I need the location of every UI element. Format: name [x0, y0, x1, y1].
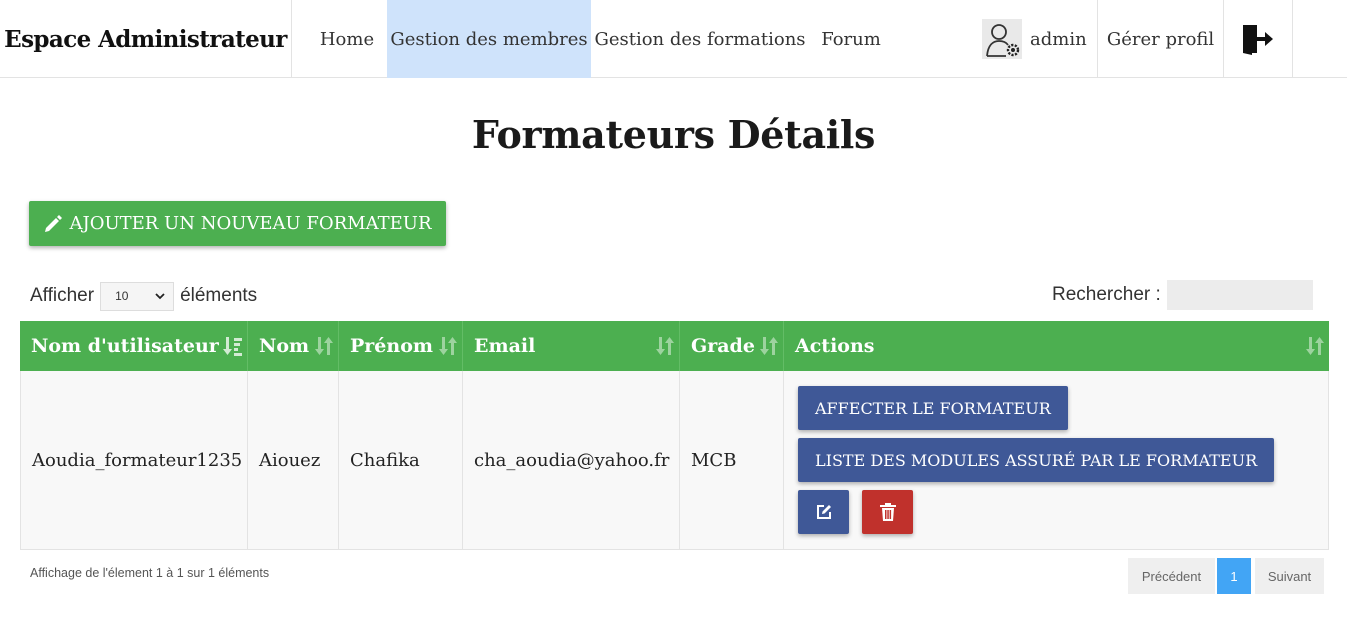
sort-icon	[656, 337, 674, 355]
top-navbar: Espace Administrateur Home Gestion des m…	[0, 0, 1347, 78]
pagination-previous[interactable]: Précédent	[1128, 558, 1215, 594]
sort-icon	[315, 337, 333, 355]
nav-forum[interactable]: Forum	[809, 0, 893, 78]
column-header-prenom[interactable]: Prénom	[339, 321, 463, 371]
icon-actions	[798, 490, 913, 534]
table-row: Aoudia_formateur1235 Aiouez Chafika cha_…	[20, 371, 1329, 550]
column-header-nom[interactable]: Nom	[248, 321, 339, 371]
cell-prenom: Chafika	[339, 371, 463, 549]
formateurs-table: Nom d'utilisateur Nom Prénom Email Grade…	[20, 321, 1329, 550]
assign-formateur-button[interactable]: AFFECTER LE FORMATEUR	[798, 386, 1068, 430]
search-label: Rechercher :	[1052, 283, 1161, 305]
nav-gerer-profil[interactable]: Gérer profil	[1098, 0, 1224, 78]
show-suffix: éléments	[180, 285, 258, 306]
logout-door-icon	[1243, 25, 1273, 55]
pencil-icon	[45, 214, 63, 232]
pagination-next[interactable]: Suivant	[1255, 558, 1324, 594]
search-control: Rechercher :	[1052, 279, 1313, 310]
nav-gestion-membres[interactable]: Gestion des membres	[387, 0, 591, 78]
delete-button[interactable]	[862, 490, 913, 534]
show-prefix: Afficher	[30, 285, 95, 306]
nav-gestion-formations[interactable]: Gestion des formations	[591, 0, 809, 78]
page-title: Formateurs Détails	[471, 112, 876, 157]
user-name: admin	[1030, 28, 1087, 50]
brand-title[interactable]: Espace Administrateur	[0, 0, 292, 78]
column-header-actions[interactable]: Actions	[784, 321, 1329, 371]
column-header-email[interactable]: Email	[463, 321, 680, 371]
sort-desc-icon	[223, 337, 242, 356]
nav-home[interactable]: Home	[308, 0, 386, 78]
cell-actions: AFFECTER LE FORMATEUR LISTE DES MODULES …	[784, 371, 1329, 549]
sort-icon	[760, 337, 778, 355]
edit-button[interactable]	[798, 490, 849, 534]
sort-icon	[1306, 337, 1324, 355]
cell-email: cha_aoudia@yahoo.fr	[463, 371, 680, 549]
list-modules-button[interactable]: LISTE DES MODULES ASSURÉ PAR LE FORMATEU…	[798, 438, 1275, 482]
add-formateur-label: AJOUTER UN NOUVEAU FORMATEUR	[69, 213, 432, 234]
edit-icon	[816, 505, 831, 519]
trash-icon	[879, 503, 896, 521]
add-formateur-button[interactable]: AJOUTER UN NOUVEAU FORMATEUR	[29, 201, 446, 246]
column-header-grade[interactable]: Grade	[680, 321, 784, 371]
table-info: Affichage de l'élement 1 à 1 sur 1 éléme…	[30, 566, 270, 580]
search-input[interactable]	[1166, 279, 1313, 310]
user-menu[interactable]: admin	[982, 0, 1098, 78]
pagination-page-1[interactable]: 1	[1217, 558, 1251, 594]
cell-grade: MCB	[680, 371, 784, 549]
cell-nom: Aiouez	[248, 371, 339, 549]
column-header-username[interactable]: Nom d'utilisateur	[20, 321, 248, 371]
sort-icon	[439, 337, 457, 355]
logout-button[interactable]	[1224, 0, 1293, 78]
page-length-select[interactable]: 10	[100, 281, 175, 311]
page-length-value: 10	[115, 289, 129, 303]
user-gear-icon	[982, 19, 1022, 59]
page-length-control: Afficher 10 éléments	[30, 281, 257, 311]
table-header-row: Nom d'utilisateur Nom Prénom Email Grade…	[20, 321, 1329, 371]
cell-username: Aoudia_formateur1235	[20, 371, 248, 549]
chevron-down-icon	[155, 293, 165, 300]
